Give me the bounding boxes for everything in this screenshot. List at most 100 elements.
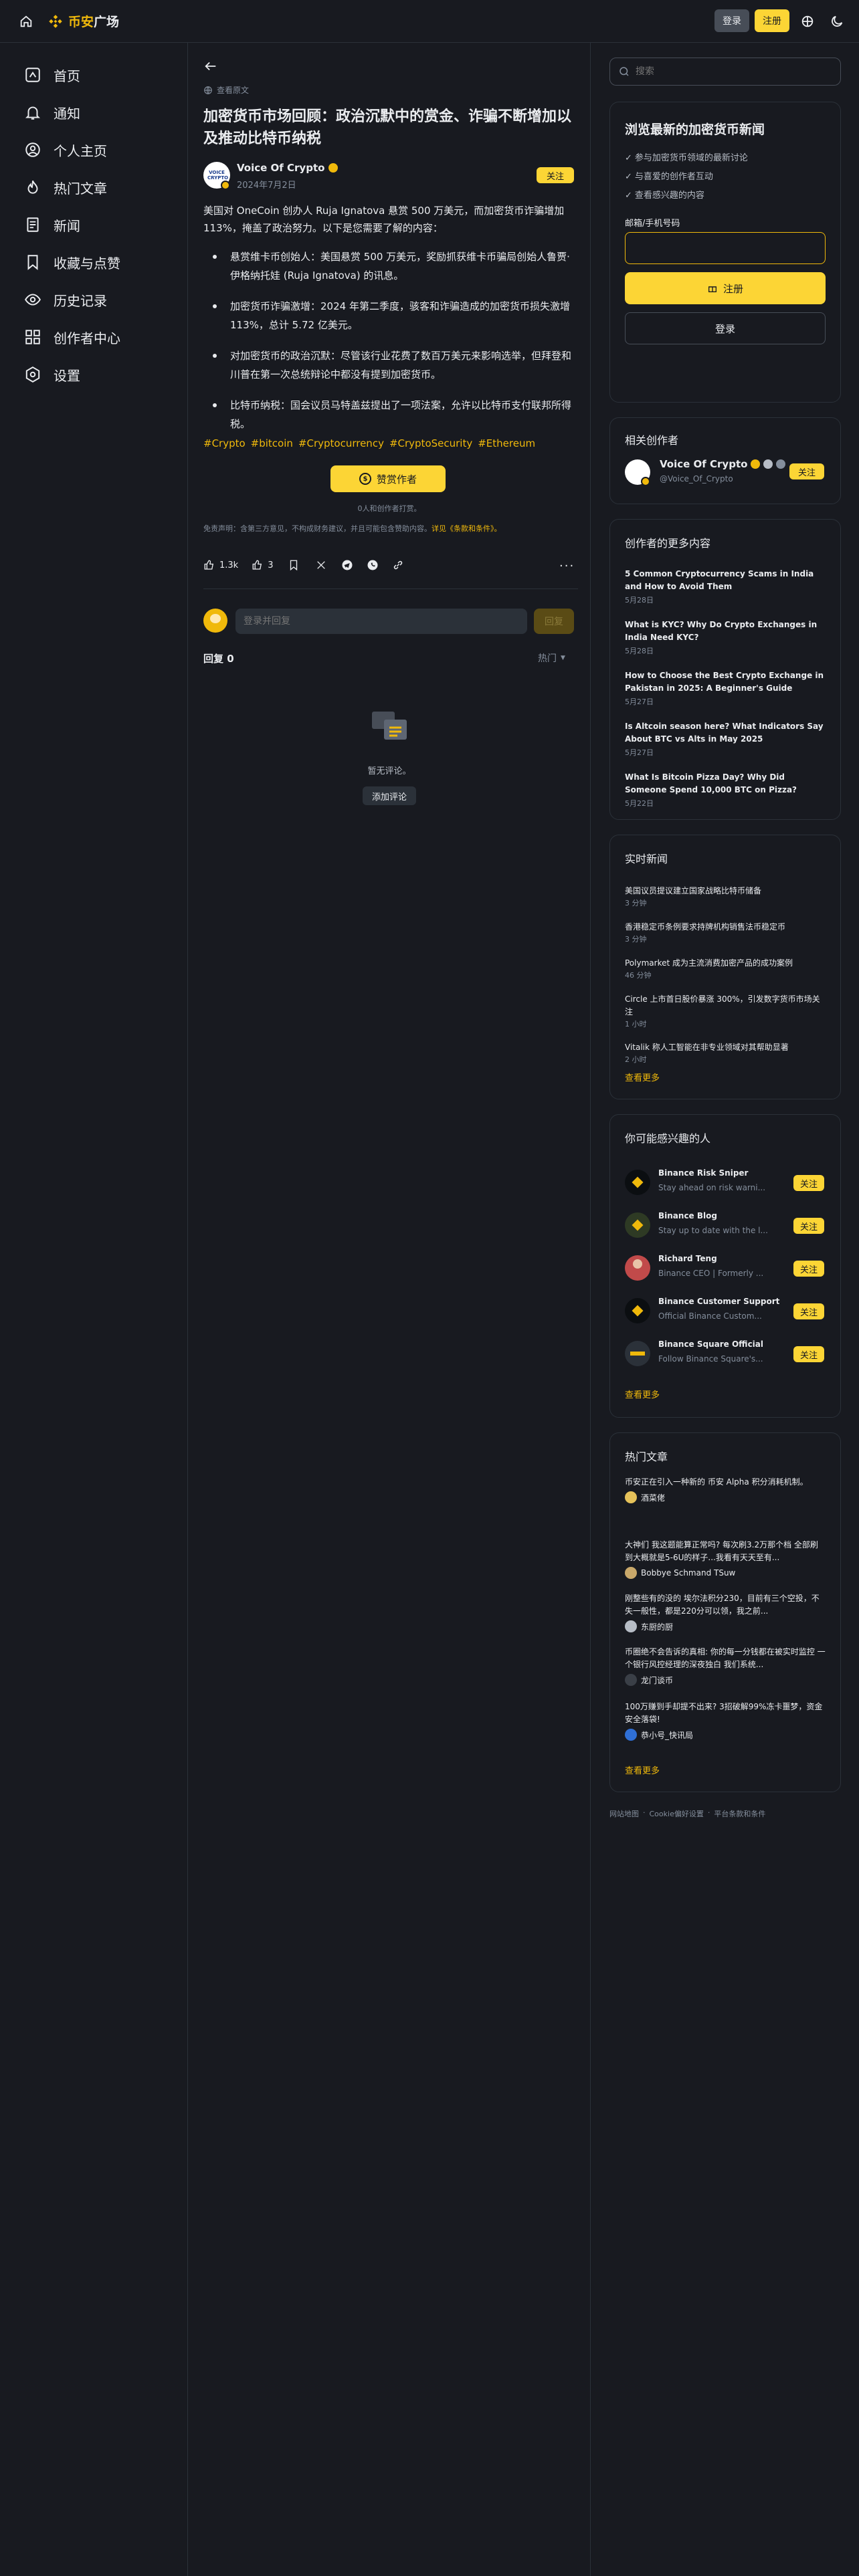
moon-icon[interactable] [830,14,844,29]
search-box[interactable] [609,58,841,86]
hot-item[interactable]: 币圈绝不会告诉的真相: 你的每一分钱都在被实时监控 一个银行风控经理的深夜独白 … [625,1646,826,1686]
user-avatar [203,609,227,633]
register-button[interactable]: 注册 [755,9,789,32]
more-from-creator-card: 创作者的更多内容 5 Common Cryptocurrency Scams i… [609,519,841,820]
more-item[interactable]: Is Altcoin season here? What Indicators … [625,720,826,758]
news-item-title: 香港稳定币条例要求持牌机构销售法币稳定币 [625,922,786,932]
nav-label: 首页 [54,68,80,84]
nav-news[interactable]: 新闻 [24,211,80,238]
back-arrow-icon[interactable] [203,59,218,74]
apps-icon[interactable] [800,14,815,29]
more-item-date: 5月27日 [625,748,654,757]
nav-profile[interactable]: 个人主页 [24,136,107,163]
hashtag[interactable]: #Ethereum [478,437,535,449]
sort-dropdown[interactable]: 热门 ▼ [538,651,565,665]
person-name: Binance Customer Support [658,1297,780,1306]
add-comment-button[interactable]: 添加评论 [363,786,416,805]
grid-icon [25,330,40,344]
creator-name[interactable]: Voice Of Crypto [660,458,747,470]
comment-input[interactable] [235,609,527,634]
nav-home[interactable]: 首页 [24,62,80,88]
hashtag[interactable]: #Crypto [203,437,246,449]
news-see-more-link[interactable]: 查看更多 [625,1071,660,1083]
news-item-title: 美国议员提议建立国家战略比特币储备 [625,886,762,895]
x-share-icon[interactable] [316,560,326,570]
hot-articles-card: 热门文章 币安正在引入一种新的 币安 Alpha 积分消耗机制。 酒菜佬 大神们… [609,1432,841,1792]
nav-settings[interactable]: 设置 [24,361,80,388]
bullet-text: 加密货币诈骗激增：2024 年第二季度，骇客和诈骗造成的加密货币损失激增 113… [230,300,570,331]
terms-link[interactable]: 详见《条款和条件》。 [432,524,502,533]
link-icon[interactable] [392,559,404,571]
person-name: Binance Risk Sniper [658,1168,749,1178]
check-icon: ✓ [625,191,632,201]
hot-author: Bobbye Schmand TSuw [641,1568,736,1578]
more-item[interactable]: 5 Common Cryptocurrency Scams in India a… [625,568,826,605]
login-button[interactable]: 登录 [714,9,749,32]
more-item[interactable]: What Is Bitcoin Pizza Day? Why Did Someo… [625,771,826,809]
tip-label: 赞赏作者 [376,473,417,486]
like-count: 1.3k [219,560,239,570]
person-row[interactable]: Binance Square Official Follow Binance S… [625,1338,826,1369]
more-options-icon[interactable]: ··· [559,559,575,573]
user-icon [25,142,40,157]
follow-button[interactable]: 关注 [537,167,574,183]
hashtag[interactable]: #CryptoSecurity [389,437,472,449]
tip-author-button[interactable]: $ 赞赏作者 [330,465,446,492]
home-icon[interactable] [19,14,33,29]
news-item[interactable]: Circle 上市首日股价暴涨 300%，引发数字货币市场关注 1 小时 [625,993,826,1029]
person-row[interactable]: Binance Customer Support Official Binanc… [625,1295,826,1326]
creator-follow-button[interactable]: 关注 [789,463,824,479]
person-avatar [625,1341,650,1366]
signup-login-button[interactable]: 登录 [625,312,826,344]
nav-history[interactable]: 历史记录 [24,286,107,313]
person-follow-button[interactable]: 关注 [793,1261,824,1277]
telegram-icon[interactable] [341,559,353,571]
person-follow-button[interactable]: 关注 [793,1303,824,1319]
medal-icon [776,459,786,469]
hot-item[interactable]: 币安正在引入一种新的 币安 Alpha 积分消耗机制。 酒菜佬 [625,1476,826,1503]
footer-link[interactable]: 网站地图 [609,1808,639,1819]
news-item[interactable]: Vitalik 称人工智能在非专业领域对其帮助显著 2 小时 [625,1041,826,1065]
bullet-item: 悬赏维卡币创始人：美国悬赏 500 万美元，奖励抓获维卡币骗局创始人鲁贾·伊格纳… [203,247,578,285]
empty-comments-icon [372,712,407,740]
more-item[interactable]: What is KYC? Why Do Crypto Exchanges in … [625,619,826,656]
person-row[interactable]: Richard Teng Binance CEO | Formerly ... … [625,1253,826,1283]
news-item[interactable]: Polymarket 成为主流消费加密产品的成功案例 46 分钟 [625,957,826,980]
person-follow-button[interactable]: 关注 [793,1346,824,1362]
person-follow-button[interactable]: 关注 [793,1218,824,1234]
nav-hot-articles[interactable]: 热门文章 [24,174,107,201]
more-item-date: 5月28日 [625,647,654,655]
person-follow-button[interactable]: 关注 [793,1175,824,1191]
translate-toggle[interactable]: 查看原文 [203,84,249,96]
hot-item[interactable]: 100万赚到手却提不出来? 3招破解99%冻卡噩梦，资金安全落袋! 恭小号_快讯… [625,1701,826,1741]
hot-author: 东厨的厨 [641,1622,674,1632]
people-see-more-link[interactable]: 查看更多 [625,1388,660,1400]
logo[interactable]: 币安广场 [47,12,119,30]
more-item[interactable]: How to Choose the Best Crypto Exchange i… [625,669,826,707]
footer-links: 网站地图 · Cookie偏好设置 · 平台条款和条件 [609,1808,766,1819]
email-phone-input[interactable] [625,232,826,264]
footer-link[interactable]: 平台条款和条件 [714,1808,765,1819]
signup-register-button[interactable]: 注册 [625,272,826,304]
person-row[interactable]: Binance Risk Sniper Stay ahead on risk w… [625,1167,826,1198]
like-button[interactable]: 1.3k [203,559,238,571]
nav-notifications[interactable]: 通知 [24,99,80,126]
hot-see-more-link[interactable]: 查看更多 [625,1763,660,1776]
whatsapp-icon[interactable] [367,559,379,571]
author-name[interactable]: Voice Of Crypto [237,162,324,174]
news-item[interactable]: 香港稳定币条例要求持牌机构销售法币稳定币 3 分钟 [625,921,826,944]
quote-button[interactable]: 3 [252,559,273,571]
hot-item[interactable]: 大神们 我这题能算正常吗? 每次刷3.2万那个档 全部刷到大概就是5-6U的样子… [625,1539,826,1579]
hot-item-title: 币安正在引入一种新的 币安 Alpha 积分消耗机制。 [625,1477,808,1487]
hashtag[interactable]: #Cryptocurrency [298,437,384,449]
hashtag[interactable]: #bitcoin [251,437,293,449]
bookmark-icon[interactable] [288,559,300,571]
footer-link[interactable]: Cookie偏好设置 [650,1808,704,1819]
nav-creator-center[interactable]: 创作者中心 [24,324,120,350]
nav-bookmarks[interactable]: 收藏与点赞 [24,249,120,276]
hot-item[interactable]: 刚整些有的没的 埃尔法积分230，目前有三个空投，不失一般性，都是220分可以领… [625,1592,826,1632]
reply-button[interactable]: 回复 [534,609,574,634]
search-input[interactable] [636,60,830,84]
news-item[interactable]: 美国议员提议建立国家战略比特币储备 3 分钟 [625,885,826,908]
person-row[interactable]: Binance Blog Stay up to date with the l.… [625,1210,826,1241]
